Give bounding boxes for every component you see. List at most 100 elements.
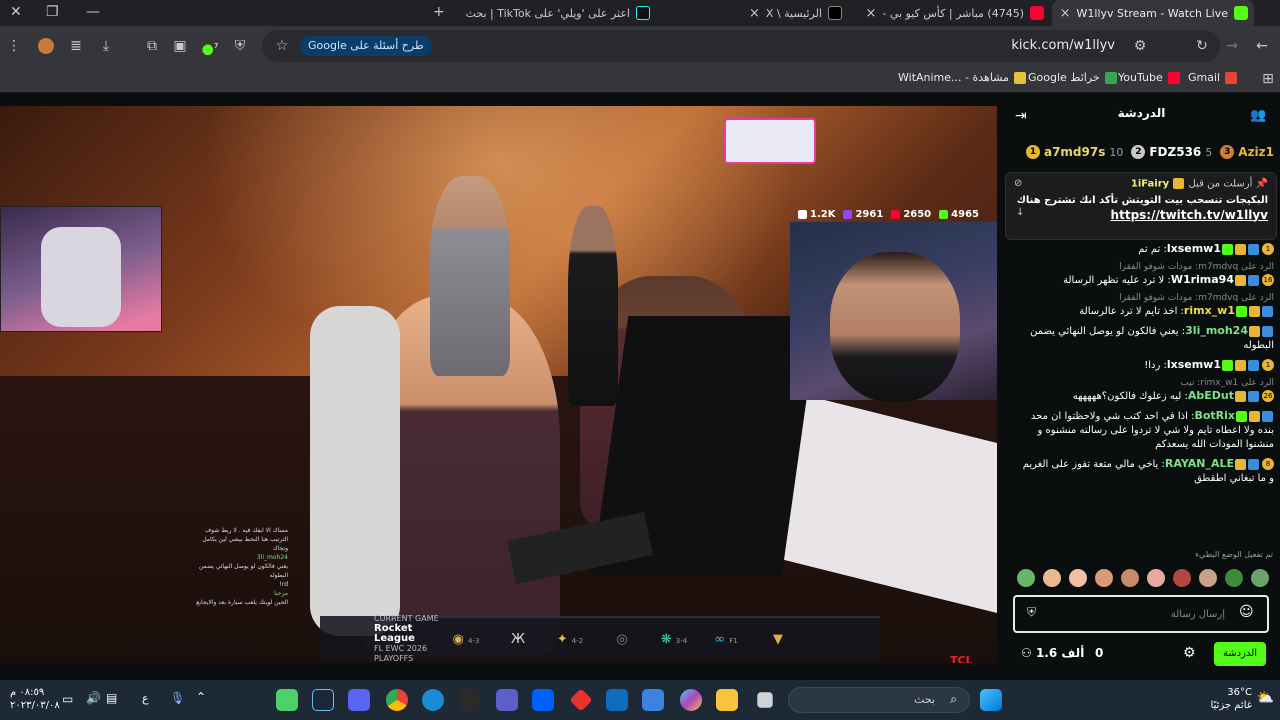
chat-username[interactable]: 3li_moh24 [1185, 324, 1248, 337]
leaderboard-entry[interactable]: 2 FDZ536 5 [1131, 142, 1212, 162]
network-icon[interactable]: ▤ [106, 691, 117, 705]
chat-message[interactable]: الرد على m7mdvq: مودات شوفو الفقرا 16 W1ri… [1017, 262, 1274, 288]
omnibox[interactable]: ☆ طرح أسئلة على Google kick.com/w1llyv ⚙ [262, 30, 1220, 62]
chat-message-input[interactable] [1045, 605, 1225, 623]
extension-icon[interactable]: ▣ [170, 36, 190, 56]
chat-message[interactable]: الرد على m7mdvq: مودات شوفو الفقرا rimx_w… [1017, 293, 1274, 319]
tab-kick-stream[interactable]: W1llyv Stream - Watch Live × [1052, 0, 1254, 26]
forward-icon[interactable]: → [1222, 36, 1242, 56]
emote-icon[interactable] [1199, 569, 1217, 587]
bookmark-star-icon[interactable]: ☆ [272, 36, 292, 56]
menu-kebab-icon[interactable]: ⋮ [4, 36, 24, 56]
url-text[interactable]: kick.com/w1llyv [1011, 38, 1115, 53]
leaderboard-entry[interactable]: 1 a7md97s 10 [1025, 142, 1123, 162]
chat-username[interactable]: BotRix [1194, 409, 1235, 422]
close-window-icon[interactable]: ✕ [10, 4, 22, 20]
new-tab-icon[interactable]: + [433, 4, 445, 20]
outlook-icon[interactable] [606, 689, 628, 711]
volume-icon[interactable]: 🔊 [86, 691, 101, 705]
windows-start-icon[interactable] [980, 689, 1002, 711]
chat-message[interactable]: 3li_moh24: يعني فالكون لو يوصل النهائي ي… [1017, 324, 1274, 353]
overlay-line: يعني فالكون لو يوصل النهائي يضمن البطوله [198, 563, 288, 579]
bookmark-witanime[interactable]: مشاهدة - ...WitAnime [898, 71, 1026, 84]
emote-icon[interactable] [1017, 569, 1035, 587]
chat-username[interactable]: RAYAN_ALE [1165, 457, 1234, 470]
battery-icon[interactable]: ▭ [62, 692, 73, 706]
close-tab-icon[interactable]: × [1060, 6, 1071, 21]
emoji-picker-icon[interactable]: ☺ [1239, 604, 1254, 620]
extensions-icon[interactable]: ⧉ [142, 36, 162, 56]
ask-google-chip[interactable]: طرح أسئلة على Google [300, 36, 432, 56]
minimize-window-icon[interactable]: — [86, 4, 100, 20]
pinned-by-label: أرسلت من قبل [1188, 178, 1253, 190]
steam-icon[interactable] [312, 689, 334, 711]
copilot-icon[interactable] [680, 689, 702, 711]
emote-icon[interactable] [1173, 569, 1191, 587]
restore-window-icon[interactable]: ❐ [46, 4, 59, 20]
chat-message[interactable]: 8RAYAN_ALE: ياخي مالي متعة تفوز على الغر… [1017, 457, 1274, 486]
settings-gear-icon[interactable]: ⚙ [1183, 645, 1196, 661]
back-icon[interactable]: ← [1252, 36, 1272, 56]
shield-icon[interactable]: ⛨ [1027, 605, 1036, 620]
xbox-app-icon[interactable] [276, 689, 298, 711]
emote-icon[interactable] [1095, 569, 1113, 587]
app-red-icon[interactable] [569, 688, 593, 712]
chat-username[interactable]: W1rima94 [1171, 273, 1234, 286]
pinned-link[interactable]: https://twitch.tv/w1llyv [1014, 208, 1268, 222]
chat-input-box[interactable]: ☺ ⛨ [1013, 595, 1269, 633]
emote-icon[interactable] [1043, 569, 1061, 587]
close-tab-icon[interactable]: × [866, 6, 877, 21]
task-view-icon[interactable] [757, 692, 773, 708]
emote-icon[interactable] [1225, 569, 1243, 587]
profile-avatar-icon[interactable] [36, 36, 56, 56]
microphone-icon[interactable]: 🎙 [170, 691, 185, 705]
overlay-line: مساك الا ايفك فيه . لا ريط شوف الترتيب ه… [202, 527, 288, 552]
app-icon[interactable] [496, 689, 518, 711]
reload-icon[interactable]: ↻ [1192, 36, 1212, 56]
send-chat-button[interactable]: الدردشة [1214, 642, 1266, 666]
dropbox-icon[interactable] [532, 689, 554, 711]
chat-username[interactable]: lxsemw1 [1167, 358, 1221, 371]
taskbar-search[interactable]: بحث ⌕ [788, 687, 970, 713]
close-tab-icon[interactable]: × [749, 6, 760, 21]
chat-message[interactable]: الرد على rimx_w1: نيب 26AbEDut: ليه زعلوك… [1017, 378, 1274, 404]
bookmark-google-maps[interactable]: خرائط Google [1028, 71, 1117, 84]
tab-youtube-live[interactable]: (4745) مباشر | كأس كيو بي - × [850, 0, 1050, 26]
chat-username[interactable]: lxsemw1 [1167, 242, 1221, 255]
extension-green-icon[interactable]: ●7 [200, 36, 220, 58]
video-player[interactable]: 1.2K 2961 2650 4965 مساك الا ايفك فيه . … [0, 106, 997, 663]
downloads-icon[interactable]: ⤓ [96, 36, 116, 56]
tab-tiktok-search[interactable]: اعثر على 'ويلي' على TikTok | بحث × [460, 0, 656, 26]
shield-icon[interactable]: ⛨ [230, 36, 250, 56]
language-indicator[interactable]: ع [142, 692, 149, 705]
discord-icon[interactable] [348, 689, 370, 711]
apps-grid-icon[interactable]: ⊞ [1258, 69, 1278, 89]
emote-icon[interactable] [1251, 569, 1269, 587]
users-icon[interactable]: 👥 [1250, 108, 1266, 123]
chat-username[interactable]: AbEDut [1188, 389, 1234, 402]
site-settings-icon[interactable]: ⚙ [1130, 36, 1150, 56]
reading-list-icon[interactable]: ≣ [66, 36, 86, 56]
system-clock[interactable]: ٠٨:٥٩ م ٢٠٢٣/٠٣/٠٨ [10, 686, 60, 712]
bookmark-youtube[interactable]: YouTube [1118, 71, 1180, 84]
chat-message[interactable]: BotRix: اذا في احد كتب شي ولاحظتوا ان مح… [1017, 409, 1274, 452]
emote-icon[interactable] [1147, 569, 1165, 587]
tab-x-home[interactable]: الرئيسية \ X × [658, 0, 848, 26]
file-explorer-icon[interactable] [716, 689, 738, 711]
emote-icon[interactable] [1121, 569, 1139, 587]
weather-widget[interactable]: 36°C غائم جزئيًا [1211, 686, 1252, 712]
expand-pinned-icon[interactable]: ↓ [1016, 207, 1024, 218]
chat-message[interactable]: 1lxsemw1: ردا! [1017, 358, 1274, 373]
edge-icon[interactable] [422, 689, 444, 711]
hide-pinned-icon[interactable]: ⊘ [1014, 178, 1022, 189]
chrome-icon[interactable] [386, 689, 408, 711]
chat-username[interactable]: rimx_w1 [1184, 304, 1235, 317]
tray-chevron-icon[interactable]: ⌃ [196, 690, 206, 704]
epic-games-icon[interactable] [458, 689, 480, 711]
bookmark-gmail[interactable]: Gmail [1188, 71, 1238, 84]
emote-icon[interactable] [1069, 569, 1087, 587]
chat-message[interactable]: 1lxsemw1: تم تم [1017, 242, 1274, 257]
leaderboard-entry[interactable]: 3 Aziz1 [1220, 142, 1274, 162]
user-badge-icon [1248, 390, 1259, 402]
store-icon[interactable] [642, 689, 664, 711]
